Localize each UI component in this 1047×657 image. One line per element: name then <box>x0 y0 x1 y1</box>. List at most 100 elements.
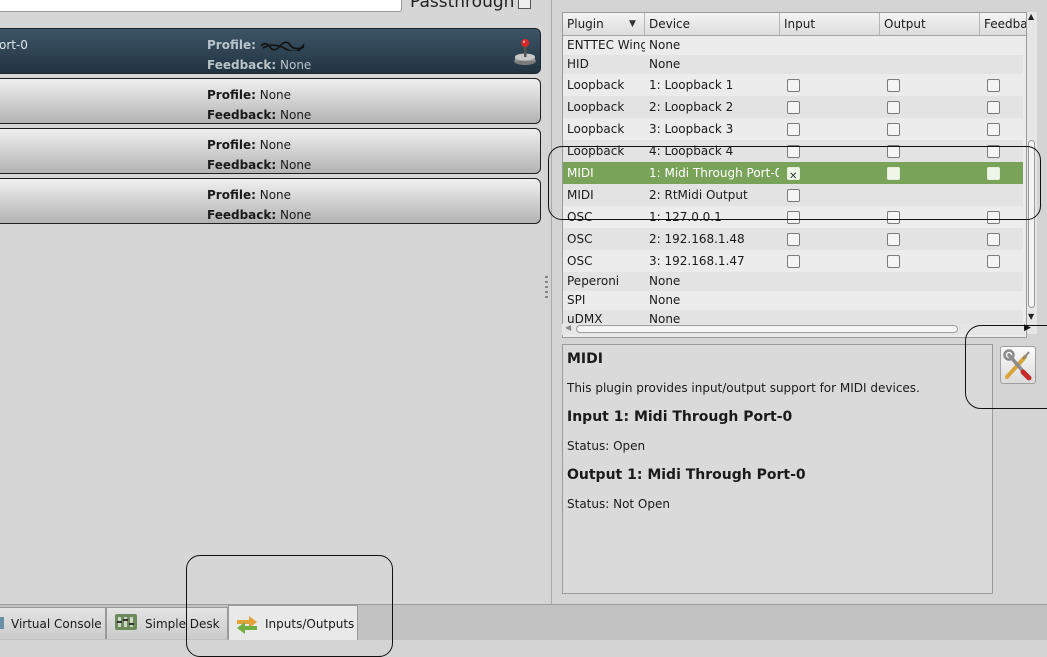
column-header-input[interactable]: Input <box>780 13 880 35</box>
configure-plugin-button[interactable] <box>1000 346 1036 384</box>
table-row[interactable]: Loopback 4: Loopback 4 <box>563 140 1023 162</box>
device-cell: None <box>649 274 681 288</box>
plugin-table[interactable]: Plugin ▼ Device Input Output Feedba ENTT… <box>562 12 1027 338</box>
input-heading: Input 1: Midi Through Port-0 <box>567 409 793 425</box>
input-checkbox[interactable] <box>787 101 800 114</box>
splitter-handle[interactable] <box>545 276 548 300</box>
scrollbar-thumb[interactable] <box>576 325 958 333</box>
table-row[interactable]: ENTTEC Wing None <box>563 36 1023 55</box>
inputs-outputs-icon <box>235 614 259 637</box>
output-checkbox[interactable] <box>887 255 900 268</box>
scroll-left-icon[interactable]: ◀ <box>565 323 571 332</box>
universe-profile: Profile: None <box>207 88 292 102</box>
device-cell: 3: Loopback 3 <box>649 122 734 136</box>
table-vertical-scrollbar[interactable]: ▲ ▼ <box>1027 12 1037 334</box>
universe-feedback: Feedback: None <box>207 208 312 222</box>
scroll-right-icon[interactable]: ▶ <box>1024 323 1031 333</box>
input-checkbox[interactable] <box>787 211 800 224</box>
passthrough-label: Passthrough <box>410 0 515 12</box>
input-checkbox[interactable] <box>787 255 800 268</box>
universe-profile: Profile: None <box>207 188 292 202</box>
universe-name-field[interactable] <box>0 0 402 12</box>
passthrough-toggle[interactable]: Passthrough <box>410 0 532 12</box>
table-row[interactable]: MIDI 2: RtMidi Output <box>563 184 1023 206</box>
table-row[interactable]: Loopback 1: Loopback 1 <box>563 74 1023 96</box>
scroll-up-icon[interactable]: ▲ <box>1028 12 1034 21</box>
output-status: Status: Not Open <box>567 497 670 511</box>
table-row[interactable]: SPI None <box>563 291 1023 310</box>
input-checkbox[interactable] <box>787 189 800 202</box>
feedback-checkbox[interactable] <box>987 123 1000 136</box>
table-row[interactable]: Peperoni None <box>563 272 1023 291</box>
feedback-checkbox[interactable] <box>987 211 1000 224</box>
input-checkbox[interactable] <box>787 79 800 92</box>
feedback-checkbox[interactable] <box>987 101 1000 114</box>
table-horizontal-scrollbar[interactable]: ◀ ▶ <box>562 323 1031 335</box>
universe-profile: Profile: None <box>207 138 292 152</box>
virtual-console-icon <box>0 615 5 634</box>
universe-feedback: Feedback: None <box>207 58 312 72</box>
passthrough-checkbox[interactable] <box>518 0 532 9</box>
device-cell: 1: 127.0.0.1 <box>649 210 722 224</box>
plugin-cell: MIDI <box>567 166 594 180</box>
scroll-down-icon[interactable]: ▼ <box>1028 312 1034 321</box>
simple-desk-icon <box>115 614 137 633</box>
table-row[interactable]: Loopback 3: Loopback 3 <box>563 118 1023 140</box>
output-checkbox[interactable] <box>887 211 900 224</box>
universe-list-panel: Passthrough ort-0 Profile: Feedback: Non… <box>0 0 544 604</box>
feedback-checkbox[interactable] <box>987 255 1000 268</box>
output-checkbox[interactable] <box>887 145 900 158</box>
plugin-cell: Loopback <box>567 144 625 158</box>
column-header-device[interactable]: Device <box>645 13 780 35</box>
table-row[interactable]: OSC 3: 192.168.1.47 <box>563 250 1023 272</box>
device-cell: None <box>649 293 681 307</box>
plugin-info-description: This plugin provides input/output suppor… <box>567 381 920 395</box>
output-checkbox[interactable] <box>887 79 900 92</box>
column-header-feedback[interactable]: Feedba <box>980 13 1026 35</box>
wrench-screwdriver-icon <box>1003 349 1032 381</box>
table-row[interactable]: HID None <box>563 55 1023 74</box>
plugin-panel: Plugin ▼ Device Input Output Feedba ENTT… <box>551 0 1047 604</box>
output-checkbox[interactable] <box>887 123 900 136</box>
input-checkbox[interactable] <box>787 123 800 136</box>
output-checkbox[interactable] <box>887 101 900 114</box>
universe-row-1[interactable]: ort-0 Profile: Feedback: None <box>0 28 541 74</box>
universe-row-2[interactable]: Profile: None Feedback: None <box>0 78 541 124</box>
input-checkbox[interactable] <box>787 233 800 246</box>
input-checkbox[interactable] <box>787 166 800 188</box>
tab-inputs-outputs[interactable]: Inputs/Outputs <box>228 605 358 640</box>
column-header-output[interactable]: Output <box>880 13 980 35</box>
output-checkbox[interactable] <box>887 233 900 246</box>
feedback-checkbox[interactable] <box>987 145 1000 158</box>
feedback-checkbox[interactable] <box>987 79 1000 92</box>
device-cell: None <box>649 38 681 52</box>
universe-row-4[interactable]: Profile: None Feedback: None <box>0 178 541 224</box>
plugin-cell: MIDI <box>567 188 594 202</box>
universe-row-3[interactable]: Profile: None Feedback: None <box>0 128 541 174</box>
feedback-checkbox[interactable] <box>987 233 1000 246</box>
plugin-cell: OSC <box>567 254 593 268</box>
input-checkbox[interactable] <box>787 145 800 158</box>
redacted-profile-scribble <box>260 40 305 51</box>
universe-feedback: Feedback: None <box>207 158 312 172</box>
table-row[interactable]: OSC 2: 192.168.1.48 <box>563 228 1023 250</box>
table-row[interactable]: OSC 1: 127.0.0.1 <box>563 206 1023 228</box>
device-cell: 2: 192.168.1.48 <box>649 232 745 246</box>
plugin-cell: HID <box>567 57 589 71</box>
feedback-checkbox[interactable] <box>987 167 1000 180</box>
plugin-info-title: MIDI <box>567 351 603 367</box>
device-cell: 1: Midi Through Port-0 <box>649 166 779 180</box>
scrollbar-thumb[interactable] <box>1028 140 1035 308</box>
table-row[interactable]: MIDI 1: Midi Through Port-0 <box>563 162 1023 188</box>
tab-simple-desk[interactable]: Simple Desk <box>106 607 228 639</box>
table-row[interactable]: Loopback 2: Loopback 2 <box>563 96 1023 118</box>
column-header-plugin[interactable]: Plugin ▼ <box>563 13 645 35</box>
plugin-cell: Loopback <box>567 78 625 92</box>
bottom-tab-bar: Virtual Console Simple Desk Inputs/Outpu… <box>0 604 1047 640</box>
plugin-cell: Loopback <box>567 122 625 136</box>
universe-feedback: Feedback: None <box>207 108 312 122</box>
plugin-cell: SPI <box>567 293 586 307</box>
output-checkbox[interactable] <box>887 167 900 180</box>
joystick-icon[interactable] <box>512 37 538 67</box>
tab-virtual-console[interactable]: Virtual Console <box>0 607 106 639</box>
